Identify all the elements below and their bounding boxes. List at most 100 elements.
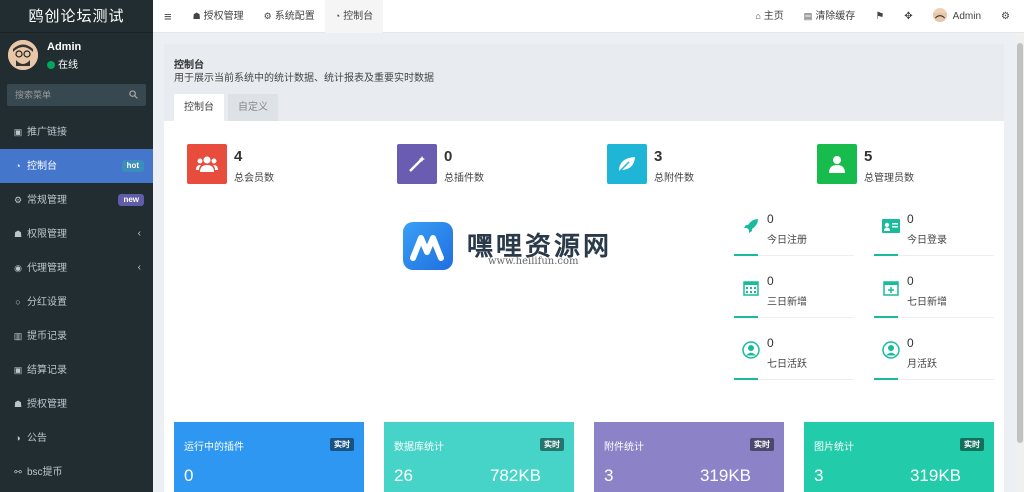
mini-today-register: 0 今日注册 <box>734 208 854 258</box>
realtime-badge: 实时 <box>960 438 984 451</box>
expand-icon: ✥ <box>904 11 913 22</box>
scrollbar[interactable] <box>1016 33 1024 492</box>
sidebar-item-settlement[interactable]: ▣ 结算记录 <box>0 353 153 387</box>
stat-label: 总附件数 <box>654 173 694 184</box>
page-subtitle: 用于展示当前系统中的统计数据、统计报表及重要实时数据 <box>174 73 434 84</box>
online-dot-icon <box>47 61 55 69</box>
sidebar-item-dashboard[interactable]: ◔ 控制台 hot <box>0 149 153 183</box>
stat-value: 4 <box>234 148 243 165</box>
cogs-icon: ⚙ <box>13 195 23 205</box>
mini-seven-day-active: 0 七日活跃 <box>734 332 854 382</box>
tab-console[interactable]: 控制台 <box>174 94 224 121</box>
stat-attachments: 3 总附件数 <box>607 144 807 184</box>
tab-dashboard[interactable]: ◔ 控制台 <box>324 0 384 33</box>
group-icon: ☗ <box>13 229 23 239</box>
sidebar-search <box>7 84 146 106</box>
search-icon[interactable] <box>129 90 138 99</box>
user-icon <box>817 144 857 184</box>
user-menu[interactable]: Admin <box>923 0 991 33</box>
app-title[interactable]: 鸥创论坛测试 <box>0 0 153 33</box>
stat-value: 5 <box>864 148 873 165</box>
sidebar-item-promo-link[interactable]: ▣ 推广链接 <box>0 115 153 149</box>
gears-icon: ⚙ <box>1001 11 1010 22</box>
watermark-logo <box>403 222 453 270</box>
trash-icon: ▤ <box>803 11 813 21</box>
users-icon <box>187 144 227 184</box>
user-circle-icon <box>742 341 760 359</box>
chevron-left-icon: ‹ <box>137 228 141 239</box>
panel-header: 控制台 用于展示当前系统中的统计数据、统计报表及重要实时数据 控制台 自定义 <box>164 44 1004 121</box>
scrollbar-thumb[interactable] <box>1017 43 1023 443</box>
stat-members: 4 总会员数 <box>187 144 387 184</box>
language-button[interactable]: ⚑ <box>865 0 894 33</box>
card-image-stats: 图片统计 实时 3 319KB <box>804 422 994 492</box>
sidebar-item-general[interactable]: ⚙ 常规管理 new <box>0 183 153 217</box>
chevron-left-icon: ‹ <box>137 262 141 273</box>
card-attachment-stats: 附件统计 实时 3 319KB <box>594 422 784 492</box>
gear-icon: ⚙ <box>263 11 272 21</box>
bicycle-icon: ⚯ <box>14 467 22 477</box>
leaf-icon <box>607 144 647 184</box>
hot-badge: hot <box>121 160 144 172</box>
sidebar-item-announcement[interactable]: ◑ 公告 <box>0 421 153 455</box>
realtime-badge: 实时 <box>540 438 564 451</box>
main-content: 控制台 用于展示当前系统中的统计数据、统计报表及重要实时数据 控制台 自定义 4… <box>164 44 1004 492</box>
avatar <box>932 8 947 22</box>
stat-value: 0 <box>444 148 453 165</box>
mini-three-day-new: 0 三日新增 <box>734 270 854 320</box>
sidebar-toggle-button[interactable]: ≡ <box>153 0 183 33</box>
user-name: Admin <box>47 41 82 53</box>
card-running-plugins: 运行中的插件 实时 0 <box>174 422 364 492</box>
mini-seven-day-new: 0 七日新增 <box>874 270 994 320</box>
bank-icon: ▥ <box>13 331 23 341</box>
dashboard-icon: ◔ <box>334 11 341 21</box>
group-icon: ☗ <box>13 399 23 409</box>
tab-authorization[interactable]: ☗ 授权管理 <box>183 0 254 33</box>
user-panel: Admin 在线 <box>0 33 153 77</box>
watermark: 嘿哩资源网 www.heilifun.com <box>403 222 623 274</box>
tab-system-config[interactable]: ⚙ 系统配置 <box>254 0 325 33</box>
ticket-icon: ▣ <box>13 365 23 375</box>
circle-icon: ○ <box>15 297 21 307</box>
fullscreen-button[interactable]: ✥ <box>894 0 922 33</box>
user-circle-icon: ◉ <box>14 263 22 273</box>
stat-value: 3 <box>654 148 663 165</box>
user-status: 在线 <box>47 56 78 71</box>
calendar-plus-icon <box>882 279 900 297</box>
calendar-icon <box>742 279 760 297</box>
search-input[interactable] <box>7 84 127 106</box>
link-icon: ▣ <box>13 127 23 137</box>
group-icon: ☗ <box>192 11 201 21</box>
stat-admins: 5 总管理员数 <box>817 144 1017 184</box>
watermark-url: www.heilifun.com <box>488 256 579 267</box>
adjust-icon: ◑ <box>15 433 21 443</box>
new-badge: new <box>118 194 144 206</box>
sidebar-item-authorization[interactable]: ☗ 授权管理 <box>0 387 153 421</box>
sidebar-item-dividend[interactable]: ○ 分红设置 <box>0 285 153 319</box>
sidebar-menu: ▣ 推广链接 ◔ 控制台 hot ⚙ 常规管理 new ☗ 权限管理 ‹ ◉ 代理管理 ‹ ○ 分红… <box>0 115 153 489</box>
stat-plugins: 0 总插件数 <box>397 144 597 184</box>
sidebar-item-bsc-withdraw[interactable]: ⚯ bsc提币 <box>0 455 153 489</box>
mini-today-login: 0 今日登录 <box>874 208 994 258</box>
mini-monthly-active: 0 月活跃 <box>874 332 994 382</box>
home-icon: ⌂ <box>755 11 761 21</box>
home-link[interactable]: ⌂ 主页 <box>745 0 793 33</box>
sidebar: 鸥创论坛测试 Admin 在线 ▣推广链接 ◔控制台hot ⚙常规管理new ☗… <box>0 0 153 492</box>
tab-custom[interactable]: 自定义 <box>228 94 278 121</box>
magic-wand-icon <box>397 144 437 184</box>
stat-label: 总管理员数 <box>864 173 914 184</box>
language-icon: ⚑ <box>875 11 885 22</box>
sidebar-item-withdraw-records[interactable]: ▥ 提币记录 <box>0 319 153 353</box>
user-circle-icon <box>882 341 900 359</box>
settings-button[interactable]: ⚙ <box>991 0 1020 33</box>
stat-label: 总插件数 <box>444 173 484 184</box>
stat-label: 总会员数 <box>234 173 274 184</box>
id-card-icon <box>882 217 900 235</box>
rocket-icon <box>742 217 760 235</box>
card-database-stats: 数据库统计 实时 26 782KB <box>384 422 574 492</box>
realtime-badge: 实时 <box>330 438 354 451</box>
sidebar-item-agents[interactable]: ◉ 代理管理 ‹ <box>0 251 153 285</box>
dashboard-icon: ◔ <box>15 161 21 171</box>
sidebar-item-permissions[interactable]: ☗ 权限管理 ‹ <box>0 217 153 251</box>
clear-cache-button[interactable]: ▤ 清除缓存 <box>794 0 866 33</box>
